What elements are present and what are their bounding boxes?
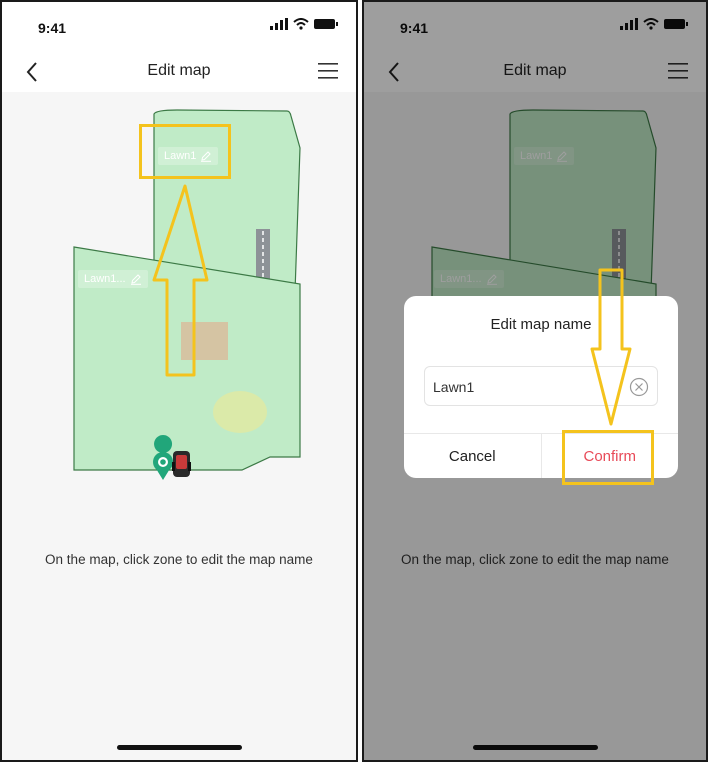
zone-label-text: Lawn1... bbox=[84, 273, 126, 285]
pencil-icon bbox=[130, 274, 141, 285]
phone-screen-left: 9:41 Edit map Lawn1 Lawn1... On the map,… bbox=[0, 0, 358, 762]
menu-icon[interactable] bbox=[318, 62, 338, 80]
status-bar: 9:41 bbox=[2, 2, 356, 52]
phone-screen-right: 9:41 Edit map Lawn1 Lawn1... On the map,… bbox=[362, 0, 708, 762]
map-name-field bbox=[424, 366, 658, 406]
page-title: Edit map bbox=[147, 62, 211, 79]
hint-text: On the map, click zone to edit the map n… bbox=[45, 552, 313, 567]
signal-icon bbox=[270, 18, 288, 30]
nav-bar: Edit map bbox=[2, 52, 356, 92]
highlight-box-confirm bbox=[562, 430, 654, 485]
mower-icon bbox=[172, 451, 191, 477]
map-name-input[interactable] bbox=[433, 376, 613, 398]
battery-icon bbox=[314, 19, 338, 29]
dialog-title: Edit map name bbox=[490, 316, 592, 333]
highlight-box-zone-label bbox=[139, 124, 231, 179]
wifi-icon bbox=[293, 18, 309, 30]
status-time: 9:41 bbox=[38, 20, 67, 36]
clear-icon[interactable] bbox=[629, 377, 649, 397]
charging-station-icon bbox=[153, 435, 173, 480]
cancel-button[interactable]: Cancel bbox=[404, 434, 542, 478]
home-indicator bbox=[117, 745, 242, 750]
zone-label-lawn2[interactable]: Lawn1... bbox=[78, 270, 148, 288]
yellow-patch bbox=[213, 391, 267, 433]
obstacle-area bbox=[181, 322, 228, 360]
